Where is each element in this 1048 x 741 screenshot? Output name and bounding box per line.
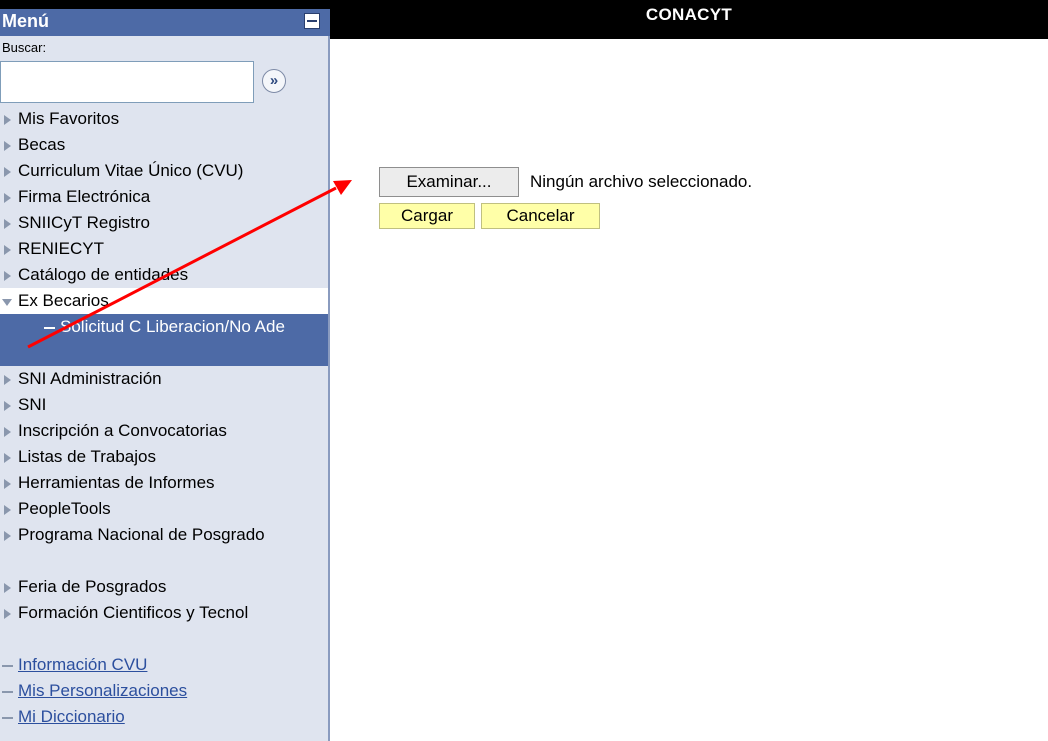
menu-item-herramientas-informes[interactable]: Herramientas de Informes bbox=[0, 470, 328, 496]
menu-item-label: Feria de Posgrados bbox=[18, 577, 167, 596]
menu-item-label: Formación Cientificos y Tecnol bbox=[18, 603, 249, 622]
menu-item-formacion-cientificos[interactable]: Formación Cientificos y Tecnol bbox=[0, 600, 328, 652]
expand-arrow-icon bbox=[4, 453, 11, 463]
menu-list: Mis Favoritos Becas Curriculum Vitae Úni… bbox=[0, 106, 328, 730]
menu-item-label: Catálogo de entidades bbox=[18, 265, 189, 284]
menu-item-label: RENIECYT bbox=[18, 239, 104, 258]
search-go-icon[interactable]: » bbox=[262, 69, 286, 93]
menu-item-mis-favoritos[interactable]: Mis Favoritos bbox=[0, 106, 328, 132]
expand-arrow-icon bbox=[4, 375, 11, 385]
menu-item-solicitud-liberacion[interactable]: Solicitud C Liberacion/No Ade bbox=[0, 314, 328, 366]
menu-item-firma-electronica[interactable]: Firma Electrónica bbox=[0, 184, 328, 210]
menu-link-mis-personalizaciones[interactable]: Mis Personalizaciones bbox=[0, 678, 328, 704]
menu-link-label[interactable]: Mi Diccionario bbox=[18, 707, 125, 726]
expand-arrow-icon bbox=[4, 219, 11, 229]
menu-item-label: Listas de Trabajos bbox=[18, 447, 156, 466]
load-button[interactable]: Cargar bbox=[379, 203, 475, 229]
menu-item-sni[interactable]: SNI bbox=[0, 392, 328, 418]
expand-arrow-icon bbox=[4, 271, 11, 281]
menu-item-label: Herramientas de Informes bbox=[18, 473, 215, 492]
menu-item-inscripcion-convocatorias[interactable]: Inscripción a Convocatorias bbox=[0, 418, 328, 444]
dash-icon bbox=[2, 664, 13, 667]
menu-item-label: SNI bbox=[18, 395, 47, 414]
menu-link-mi-diccionario[interactable]: Mi Diccionario bbox=[0, 704, 328, 730]
search-label: Buscar: bbox=[2, 40, 47, 55]
file-status-text: Ningún archivo seleccionado. bbox=[530, 172, 753, 191]
expand-arrow-icon bbox=[4, 115, 11, 125]
expand-arrow-icon bbox=[4, 167, 11, 177]
menu-item-label: Curriculum Vitae Único (CVU) bbox=[18, 161, 244, 180]
menu-link-label[interactable]: Información CVU bbox=[18, 655, 147, 674]
annotation-arrow-head bbox=[333, 180, 352, 195]
menu-item-label: Mis Favoritos bbox=[18, 109, 120, 128]
dash-icon bbox=[44, 326, 55, 329]
expand-arrow-icon bbox=[4, 193, 11, 203]
expand-arrow-icon bbox=[4, 583, 11, 593]
menu-item-sni-administracion[interactable]: SNI Administración bbox=[0, 366, 328, 392]
menu-item-label: SNI Administración bbox=[18, 369, 162, 388]
page-title: CONACYT bbox=[645, 5, 733, 24]
menu-item-listas-trabajos[interactable]: Listas de Trabajos bbox=[0, 444, 328, 470]
menu-item-sniicyt-registro[interactable]: SNIICyT Registro bbox=[0, 210, 328, 236]
expand-arrow-icon bbox=[4, 401, 11, 411]
menu-item-label: Inscripción a Convocatorias bbox=[18, 421, 227, 440]
menu-item-becas[interactable]: Becas bbox=[0, 132, 328, 158]
menu-item-label: Programa Nacional de Posgrado bbox=[18, 525, 265, 544]
expand-arrow-icon bbox=[4, 531, 11, 541]
menu-item-programa-nacional-posgrado[interactable]: Programa Nacional de Posgrado bbox=[0, 522, 328, 574]
dash-icon bbox=[2, 690, 13, 693]
expand-arrow-icon bbox=[4, 505, 11, 515]
menu-item-label: SNIICyT Registro bbox=[18, 213, 150, 232]
menu-item-reniecyt[interactable]: RENIECYT bbox=[0, 236, 328, 262]
menu-item-label: Solicitud C Liberacion/No Ade bbox=[60, 317, 285, 336]
menu-title: Menú bbox=[2, 11, 49, 31]
expand-arrow-icon bbox=[4, 479, 11, 489]
expand-arrow-icon bbox=[4, 141, 11, 151]
menu-item-label: Firma Electrónica bbox=[18, 187, 151, 206]
expand-arrow-icon bbox=[4, 609, 11, 619]
search-input[interactable] bbox=[0, 61, 254, 103]
menu-item-label: Ex Becarios bbox=[18, 291, 109, 310]
menu-header: Menú bbox=[0, 9, 330, 36]
expand-arrow-icon bbox=[4, 245, 11, 255]
expand-arrow-icon bbox=[4, 427, 11, 437]
menu-item-catalogo-entidades[interactable]: Catálogo de entidades bbox=[0, 262, 328, 288]
browse-file-button[interactable]: Examinar... bbox=[379, 167, 519, 197]
left-menu: Menú Buscar: » Mis Favoritos Becas Curri… bbox=[0, 9, 330, 741]
menu-item-feria-posgrados[interactable]: Feria de Posgrados bbox=[0, 574, 328, 600]
menu-item-label: PeopleTools bbox=[18, 499, 111, 518]
menu-item-ex-becarios[interactable]: Ex Becarios bbox=[0, 288, 328, 314]
menu-link-label[interactable]: Mis Personalizaciones bbox=[18, 681, 187, 700]
collapse-arrow-icon bbox=[2, 299, 12, 306]
menu-item-cvu[interactable]: Curriculum Vitae Único (CVU) bbox=[0, 158, 328, 184]
menu-item-label: Becas bbox=[18, 135, 66, 154]
collapse-icon[interactable] bbox=[304, 13, 320, 29]
cancel-button[interactable]: Cancelar bbox=[481, 203, 600, 229]
menu-link-informacion-cvu[interactable]: Información CVU bbox=[0, 652, 328, 678]
dash-icon bbox=[2, 716, 13, 719]
menu-item-peopletools[interactable]: PeopleTools bbox=[0, 496, 328, 522]
